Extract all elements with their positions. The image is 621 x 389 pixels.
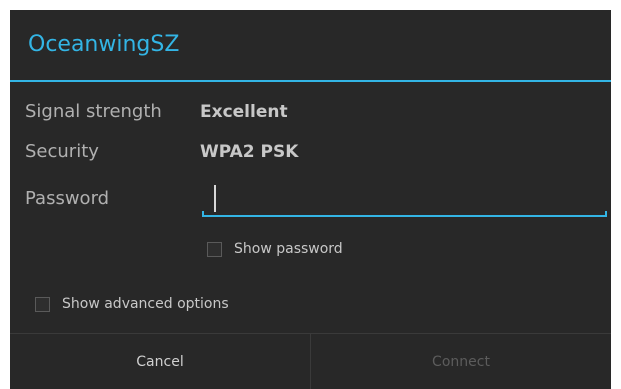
cancel-button[interactable]: Cancel <box>10 334 310 389</box>
text-cursor <box>214 185 216 212</box>
show-advanced-options-label: Show advanced options <box>62 296 229 312</box>
dialog-title: OceanwingSZ <box>28 32 180 57</box>
password-input[interactable] <box>202 180 607 218</box>
password-label: Password <box>25 188 110 209</box>
dialog-title-bar: OceanwingSZ <box>10 10 611 82</box>
show-advanced-options-checkbox[interactable]: Show advanced options <box>35 296 229 312</box>
show-password-checkbox-box[interactable] <box>207 241 222 257</box>
wifi-connect-dialog: OceanwingSZ Signal strength Excellent Se… <box>10 10 611 389</box>
show-password-checkbox[interactable]: Show password <box>207 241 343 257</box>
signal-strength-label: Signal strength <box>25 101 162 122</box>
security-label: Security <box>25 141 99 162</box>
security-value: WPA2 PSK <box>200 142 299 162</box>
dialog-button-bar: Cancel Connect <box>10 333 611 389</box>
signal-strength-value: Excellent <box>200 102 288 122</box>
show-advanced-options-checkbox-box[interactable] <box>35 296 50 312</box>
show-password-label: Show password <box>234 241 343 257</box>
password-input-underline <box>202 211 607 217</box>
connect-button[interactable]: Connect <box>311 334 611 389</box>
